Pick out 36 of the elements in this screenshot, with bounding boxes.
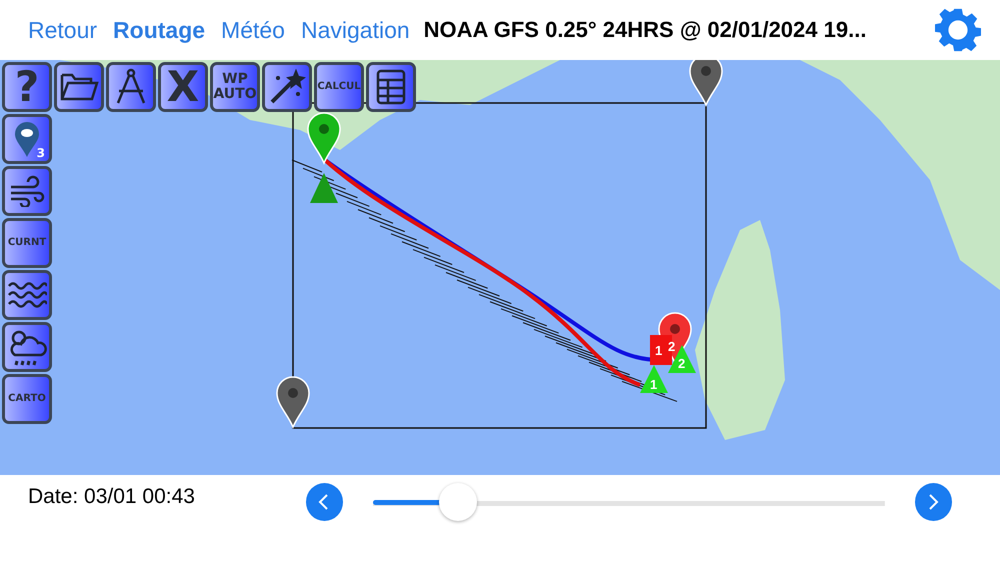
- map-pin[interactable]: [276, 376, 310, 428]
- magic-wand-icon: [268, 68, 306, 106]
- map-pin[interactable]: [689, 60, 723, 106]
- map-pin[interactable]: [307, 112, 341, 164]
- tool-button[interactable]: [106, 62, 156, 112]
- next-button[interactable]: [914, 483, 952, 521]
- tool-button[interactable]: X: [158, 62, 208, 112]
- settings-icon: [935, 7, 981, 53]
- nav-link[interactable]: Navigation: [300, 16, 410, 44]
- tool-button[interactable]: CURNT: [2, 218, 52, 268]
- waypoint-triangle: 1: [640, 365, 668, 393]
- waypoint-count: 3: [36, 147, 45, 160]
- start-triangle: [310, 173, 338, 203]
- tool-button[interactable]: [2, 270, 52, 320]
- table-icon: [375, 68, 407, 106]
- model-title: NOAA GFS 0.25° 24HRS @ 02/01/2024 19...: [424, 17, 868, 43]
- tool-button[interactable]: CALCUL: [314, 62, 364, 112]
- slider-thumb[interactable]: [439, 483, 478, 521]
- tool-button[interactable]: [2, 322, 52, 372]
- map-view[interactable]: 1 2 1 2 ? X WP AUTO CALCUL 3 CURNT CARTO: [0, 60, 1000, 475]
- nav-link[interactable]: Routage: [113, 16, 206, 44]
- folder-icon: [59, 71, 99, 103]
- tool-button[interactable]: [262, 62, 312, 112]
- tool-button[interactable]: [54, 62, 104, 112]
- tool-button[interactable]: [366, 62, 416, 112]
- nav-link[interactable]: Retour: [28, 16, 98, 44]
- previous-button[interactable]: [306, 483, 344, 521]
- wind-icon: [8, 175, 46, 207]
- nav-link[interactable]: Météo: [221, 16, 285, 44]
- tool-button[interactable]: [2, 166, 52, 216]
- waypoint-button[interactable]: 3: [2, 114, 52, 164]
- tool-button[interactable]: CARTO: [2, 374, 52, 424]
- tool-button[interactable]: ?: [2, 62, 52, 112]
- date-label: Date: 03/01 00:43: [28, 485, 196, 509]
- tool-button[interactable]: WP AUTO: [210, 62, 260, 112]
- settings-button[interactable]: [934, 6, 982, 54]
